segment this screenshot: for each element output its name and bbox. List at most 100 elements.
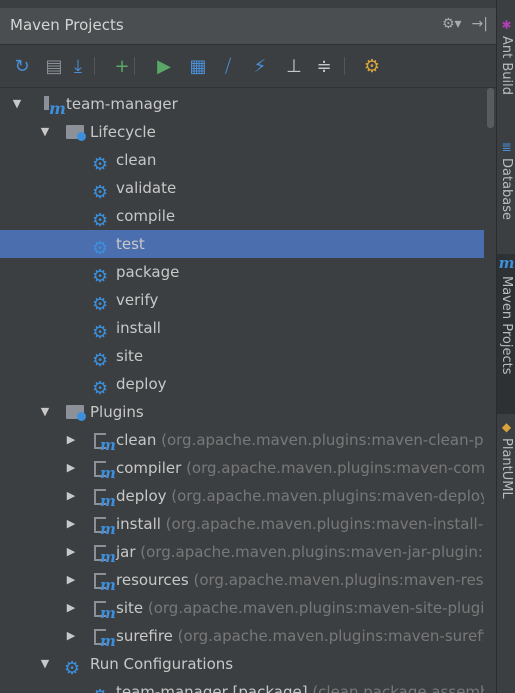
plugin-item-compiler[interactable]: ▶ m compiler (org.apache.maven.plugins:mav… (0, 454, 484, 482)
tree-item-label: jar (116, 543, 136, 561)
show-dependencies-icon[interactable]: ⊥ (282, 54, 306, 78)
tree-item-label: surefire (116, 627, 173, 645)
plugin-item-install[interactable]: ▶ m install (org.apache.maven.plugins:mave… (0, 510, 484, 538)
plugin-item-surefire[interactable]: ▶ m surefire (org.apache.maven.plugins:mav… (0, 622, 484, 650)
tree-item-detail: (org.apache.maven.plugins:maven-resour (188, 571, 484, 589)
tool-tab-maven-projects[interactable]: m Maven Projects (497, 254, 515, 414)
tree-item-detail: (org.apache.maven.plugins:maven-site-plu… (143, 599, 484, 617)
collapsed-arrow-icon[interactable]: ▶ (64, 538, 78, 566)
tool-tab-label: Maven Projects (499, 276, 514, 375)
toolbar-separator (94, 57, 95, 75)
tree-item-detail: (org.apache.maven.plugins:maven-compil (181, 459, 484, 477)
tool-tab-label: PlantUML (499, 438, 514, 499)
download-icon[interactable]: ⤓ (66, 54, 90, 78)
expanded-arrow-icon[interactable]: ▼ (38, 118, 52, 146)
gear-icon[interactable]: ⚙▾ (442, 16, 462, 32)
expanded-arrow-icon[interactable]: ▼ (10, 90, 24, 118)
lifecycle-item-test[interactable]: ⚙ test (0, 230, 484, 258)
plugin-item-resources[interactable]: ▶ m resources (org.apache.maven.plugins:ma… (0, 566, 484, 594)
tree-item-detail: (org.apache.maven.plugins:maven-install-… (160, 515, 484, 533)
lifecycle-gear-icon: ⚙ (92, 182, 109, 202)
collapsed-arrow-icon[interactable]: ▶ (64, 426, 78, 454)
lifecycle-gear-icon: ⚙ (92, 350, 109, 370)
maven-plugin-icon: m (92, 431, 116, 454)
lifecycle-item-clean[interactable]: ⚙ clean (0, 146, 484, 174)
lifecycle-item-site[interactable]: ⚙ site (0, 342, 484, 370)
maven-projects-panel: Maven Projects ⚙▾ →| ↻ ▤ ⤓ + ▶ ▦ ⧸ ⚡ ⊥ ≑ ⚙ ▼ m team-… (0, 0, 496, 693)
collapsed-arrow-icon[interactable]: ▶ (64, 622, 78, 650)
run-config-item[interactable]: ⚙ team-manager [package] (clean package a… (0, 678, 484, 693)
maven-plugin-icon: m (92, 571, 116, 594)
toggle-offline-icon[interactable]: ⧸ (216, 54, 240, 78)
lifecycle-item-validate[interactable]: ⚙ validate (0, 174, 484, 202)
tree-item-label: compiler (116, 459, 182, 477)
tree-item-label: Lifecycle (90, 123, 156, 141)
tree-item-label: verify (116, 291, 159, 309)
plugin-item-deploy[interactable]: ▶ m deploy (org.apache.maven.plugins:maven… (0, 482, 484, 510)
scrollbar-thumb[interactable] (487, 88, 494, 128)
lifecycle-item-verify[interactable]: ⚙ verify (0, 286, 484, 314)
tree-item-label: test (116, 235, 145, 253)
tree-item-detail: (org.apache.maven.plugins:maven-jar-plug… (135, 543, 484, 561)
toolbar-separator (134, 57, 135, 75)
project-tree: ▼ m team-manager ▼ Lifecycle ⚙ clean ⚙ validate ⚙… (0, 88, 484, 693)
collapsed-arrow-icon[interactable]: ▶ (64, 510, 78, 538)
collapsed-arrow-icon[interactable]: ▶ (64, 594, 78, 622)
add-icon[interactable]: + (110, 54, 134, 78)
tree-item-label: resources (116, 571, 189, 589)
collapsed-arrow-icon[interactable]: ▶ (64, 566, 78, 594)
execute-goal-icon[interactable]: ▦ (186, 54, 210, 78)
tree-item-label: install (116, 515, 161, 533)
tree-item-label: Run Configurations (90, 655, 234, 673)
expanded-arrow-icon[interactable]: ▼ (38, 650, 52, 678)
generate-sources-icon[interactable]: ▤ (42, 54, 66, 78)
toolbar-separator (344, 57, 345, 75)
lifecycle-gear-icon: ⚙ (92, 154, 109, 174)
plugins-folder-icon (66, 403, 86, 421)
tool-tab-ant-build[interactable]: ✱ Ant Build (497, 18, 515, 118)
run-icon[interactable]: ▶ (152, 54, 176, 78)
tree-item-project[interactable]: ▼ m team-manager (0, 90, 484, 118)
tool-tab-database[interactable]: ≣ Database (497, 140, 515, 250)
expanded-arrow-icon[interactable]: ▼ (38, 398, 52, 426)
maven-project-icon: m (44, 95, 66, 118)
collapsed-arrow-icon[interactable]: ▶ (64, 482, 78, 510)
tool-tab-label: Database (499, 158, 514, 221)
lifecycle-item-deploy[interactable]: ⚙ deploy (0, 370, 484, 398)
skip-tests-icon[interactable]: ⚡ (248, 54, 272, 78)
maven-plugin-icon: m (92, 599, 116, 622)
lifecycle-item-install[interactable]: ⚙ install (0, 314, 484, 342)
tree-item-label: clean (116, 431, 157, 449)
run-configurations-icon: ⚙ (64, 658, 81, 678)
tool-tab-plantuml[interactable]: ◆ PlantUML (497, 420, 515, 520)
tree-item-label: compile (116, 207, 176, 225)
tree-item-detail: (org.apache.maven.plugins:maven-clean-pl… (156, 431, 484, 449)
plugin-item-jar[interactable]: ▶ m jar (org.apache.maven.plugins:maven-ja… (0, 538, 484, 566)
reimport-icon[interactable]: ↻ (10, 54, 34, 78)
lifecycle-gear-icon: ⚙ (92, 210, 109, 230)
maven-settings-icon[interactable]: ⚙ (360, 54, 384, 78)
maven-icon: m (498, 254, 515, 272)
tree-item-label: site (116, 347, 144, 365)
tree-item-label: install (116, 319, 161, 337)
toolbar: ↻ ▤ ⤓ + ▶ ▦ ⧸ ⚡ ⊥ ≑ ⚙ (0, 45, 496, 88)
panel-header: Maven Projects ⚙▾ →| (0, 8, 496, 45)
plugin-item-site[interactable]: ▶ m site (org.apache.maven.plugins:maven-s… (0, 594, 484, 622)
tree-item-label: team-manager [package] (116, 683, 308, 693)
plugin-item-clean[interactable]: ▶ m clean (org.apache.maven.plugins:maven-… (0, 426, 484, 454)
tree-item-lifecycle[interactable]: ▼ Lifecycle (0, 118, 484, 146)
tree-item-label: site (116, 599, 144, 617)
scrollbar[interactable] (484, 88, 496, 693)
lifecycle-item-compile[interactable]: ⚙ compile (0, 202, 484, 230)
tree-item-label: deploy (116, 487, 167, 505)
tree-item-detail: (clean package assembly (307, 683, 484, 693)
tree-item-plugins[interactable]: ▼ Plugins (0, 398, 484, 426)
lifecycle-gear-icon: ⚙ (92, 322, 109, 342)
database-icon: ≣ (501, 140, 512, 154)
lifecycle-item-package[interactable]: ⚙ package (0, 258, 484, 286)
hide-panel-icon[interactable]: →| (472, 16, 488, 32)
tree-item-run-configurations[interactable]: ▼ ⚙ Run Configurations (0, 650, 484, 678)
tree-item-label: team-manager (66, 95, 178, 113)
collapse-all-icon[interactable]: ≑ (312, 54, 336, 78)
collapsed-arrow-icon[interactable]: ▶ (64, 454, 78, 482)
